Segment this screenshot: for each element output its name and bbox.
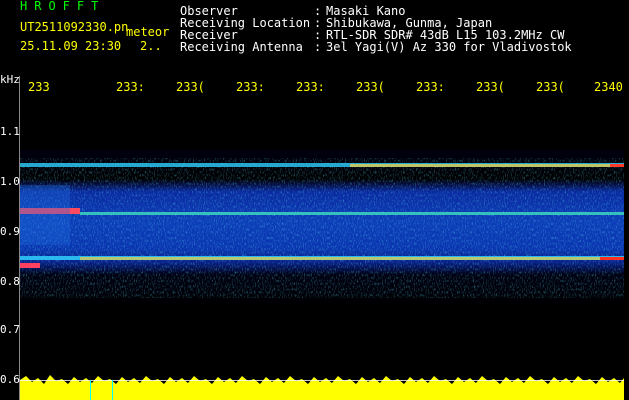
y-tick-label: 0.6	[0, 373, 20, 386]
x-tick-label: 233(	[476, 80, 505, 94]
antenna-label: Receiving Antenna	[180, 40, 303, 54]
x-tick-label: 233:	[236, 80, 265, 94]
file-name: UT2511092330.pn	[20, 20, 129, 34]
y-tick-label: 1.0	[0, 175, 20, 188]
y-tick-label: 0.9	[0, 225, 20, 238]
counter-label: 2..	[140, 39, 162, 53]
app-title: HROFFT	[20, 0, 106, 13]
antenna-sep: :	[314, 40, 322, 54]
x-tick-label: 233(	[176, 80, 205, 94]
x-tick-label: 233:	[116, 80, 145, 94]
y-tick-label: 1.1	[0, 125, 20, 138]
x-tick-label: 233(	[356, 80, 385, 94]
x-tick-label: 233(	[536, 80, 565, 94]
datetime-label: 25.11.09 23:30	[20, 39, 122, 53]
y-axis-unit: kHz	[0, 73, 20, 86]
noise-band	[20, 372, 624, 400]
x-tick-label: 233:	[416, 80, 445, 94]
y-tick-label: 0.8	[0, 275, 20, 288]
x-tick-label: 233	[28, 80, 50, 94]
mode-label: meteor	[126, 25, 170, 39]
spectrogram	[20, 100, 624, 372]
x-tick-label: 233:	[296, 80, 325, 94]
y-tick-label: 0.7	[0, 323, 20, 336]
antenna-value: 3el Yagi(V) Az 330 for Vladivostok	[326, 40, 572, 54]
x-tick-label: 2340	[594, 80, 623, 94]
